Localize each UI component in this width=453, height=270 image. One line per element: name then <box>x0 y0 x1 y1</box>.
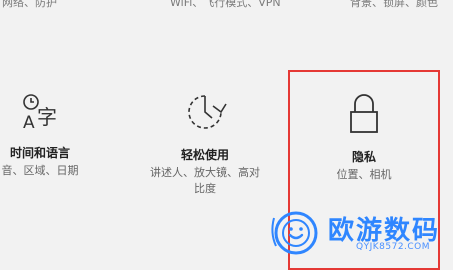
tile-title: 时间和语言 <box>9 146 70 160</box>
tile-desc-line2: 比度 <box>194 182 216 195</box>
time-language-icon: A 字 <box>0 92 110 134</box>
top-middle-text: WiFi、飞行模式、VPN <box>170 0 281 9</box>
svg-text:A: A <box>23 113 35 130</box>
ease-of-access-icon <box>132 92 278 136</box>
watermark: 欧游数码 QYJK8572.COM <box>258 208 448 258</box>
top-row-partial: 网络、防护 WiFi、飞行模式、VPN 背景、锁屏、颜色 <box>0 0 453 9</box>
settings-tile-time-language[interactable]: A 字 时间和语言 音、区域、日期 <box>0 92 110 179</box>
top-right-text: 背景、锁屏、颜色 <box>350 0 438 9</box>
top-left-text: 网络、防护 <box>2 0 57 9</box>
watermark-url: QYJK8572.COM <box>356 242 431 252</box>
tile-desc: 音、区域、日期 <box>1 164 79 177</box>
svg-text:字: 字 <box>37 105 57 129</box>
watermark-logo-icon <box>271 211 318 255</box>
settings-tile-ease-of-access[interactable]: 轻松使用 讲述人、放大镜、高对 比度 <box>132 92 278 197</box>
tile-desc-line1: 讲述人、放大镜、高对 <box>150 166 260 179</box>
tile-title: 轻松使用 <box>180 148 229 162</box>
